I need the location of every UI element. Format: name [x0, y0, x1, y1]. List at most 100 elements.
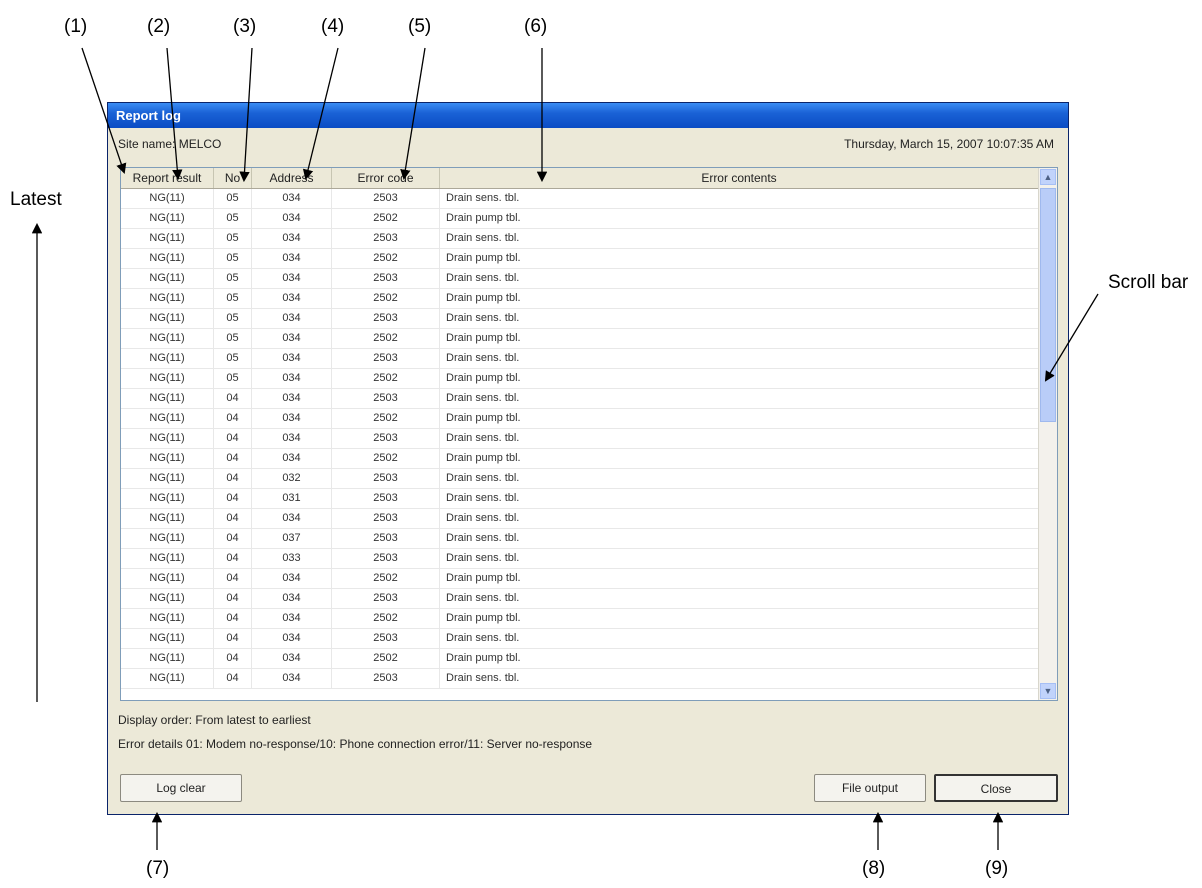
- file-output-button[interactable]: File output: [814, 774, 926, 802]
- table-header: Report result No Address Error code Erro…: [121, 168, 1039, 189]
- cell-report-result: NG(11): [121, 389, 214, 408]
- log-clear-button[interactable]: Log clear: [120, 774, 242, 802]
- callout-4: (4): [321, 16, 345, 37]
- close-button[interactable]: Close: [934, 774, 1058, 802]
- table-row[interactable]: NG(11) 04 034 2503 Drain sens. tbl.: [121, 509, 1039, 529]
- scroll-thumb[interactable]: [1040, 188, 1056, 422]
- cell-error-code: 2502: [332, 569, 440, 588]
- cell-no: 04: [214, 469, 252, 488]
- column-no[interactable]: No: [214, 168, 252, 188]
- cell-error-code: 2502: [332, 329, 440, 348]
- table-row[interactable]: NG(11) 04 034 2503 Drain sens. tbl.: [121, 429, 1039, 449]
- table-row[interactable]: NG(11) 05 034 2503 Drain sens. tbl.: [121, 349, 1039, 369]
- cell-error-contents: Drain sens. tbl.: [440, 229, 1039, 248]
- cell-error-code: 2503: [332, 469, 440, 488]
- cell-no: 05: [214, 289, 252, 308]
- cell-no: 04: [214, 609, 252, 628]
- cell-address: 034: [252, 269, 332, 288]
- table-row[interactable]: NG(11) 04 034 2502 Drain pump tbl.: [121, 449, 1039, 469]
- table-row[interactable]: NG(11) 05 034 2503 Drain sens. tbl.: [121, 229, 1039, 249]
- site-name: Site name: MELCO: [118, 137, 222, 151]
- cell-report-result: NG(11): [121, 329, 214, 348]
- cell-address: 034: [252, 369, 332, 388]
- cell-error-code: 2503: [332, 189, 440, 208]
- table-row[interactable]: NG(11) 04 032 2503 Drain sens. tbl.: [121, 469, 1039, 489]
- cell-error-contents: Drain sens. tbl.: [440, 349, 1039, 368]
- table-row[interactable]: NG(11) 04 031 2503 Drain sens. tbl.: [121, 489, 1039, 509]
- table-row[interactable]: NG(11) 04 034 2502 Drain pump tbl.: [121, 609, 1039, 629]
- cell-no: 04: [214, 449, 252, 468]
- table-row[interactable]: NG(11) 04 034 2503 Drain sens. tbl.: [121, 589, 1039, 609]
- table-row[interactable]: NG(11) 04 034 2503 Drain sens. tbl.: [121, 629, 1039, 649]
- column-report-result[interactable]: Report result: [121, 168, 214, 188]
- table-row[interactable]: NG(11) 05 034 2503 Drain sens. tbl.: [121, 269, 1039, 289]
- cell-no: 04: [214, 489, 252, 508]
- table-row[interactable]: NG(11) 04 034 2502 Drain pump tbl.: [121, 569, 1039, 589]
- table-row[interactable]: NG(11) 05 034 2503 Drain sens. tbl.: [121, 309, 1039, 329]
- cell-no: 04: [214, 649, 252, 668]
- scroll-up-icon[interactable]: ▲: [1040, 169, 1056, 185]
- cell-no: 04: [214, 629, 252, 648]
- cell-address: 034: [252, 329, 332, 348]
- column-error-code[interactable]: Error code: [332, 168, 440, 188]
- table-row[interactable]: NG(11) 05 034 2502 Drain pump tbl.: [121, 249, 1039, 269]
- table-row[interactable]: NG(11) 05 034 2503 Drain sens. tbl.: [121, 189, 1039, 209]
- cell-no: 04: [214, 669, 252, 688]
- cell-error-contents: Drain sens. tbl.: [440, 529, 1039, 548]
- callout-6: (6): [524, 16, 548, 37]
- cell-no: 04: [214, 529, 252, 548]
- cell-error-code: 2503: [332, 489, 440, 508]
- table-row[interactable]: NG(11) 05 034 2502 Drain pump tbl.: [121, 289, 1039, 309]
- cell-address: 034: [252, 449, 332, 468]
- cell-address: 034: [252, 249, 332, 268]
- table-row[interactable]: NG(11) 05 034 2502 Drain pump tbl.: [121, 329, 1039, 349]
- cell-report-result: NG(11): [121, 269, 214, 288]
- cell-report-result: NG(11): [121, 289, 214, 308]
- cell-no: 04: [214, 549, 252, 568]
- cell-report-result: NG(11): [121, 349, 214, 368]
- cell-error-contents: Drain sens. tbl.: [440, 429, 1039, 448]
- table-row[interactable]: NG(11) 04 034 2503 Drain sens. tbl.: [121, 389, 1039, 409]
- cell-error-contents: Drain sens. tbl.: [440, 489, 1039, 508]
- cell-report-result: NG(11): [121, 489, 214, 508]
- vertical-scrollbar[interactable]: ▲ ▼: [1038, 168, 1057, 700]
- cell-error-contents: Drain sens. tbl.: [440, 549, 1039, 568]
- callout-2: (2): [147, 16, 171, 37]
- cell-no: 04: [214, 409, 252, 428]
- callout-7: (7): [146, 858, 170, 879]
- cell-address: 034: [252, 229, 332, 248]
- cell-report-result: NG(11): [121, 309, 214, 328]
- report-table: Report result No Address Error code Erro…: [120, 167, 1058, 701]
- cell-report-result: NG(11): [121, 509, 214, 528]
- cell-address: 034: [252, 289, 332, 308]
- column-address[interactable]: Address: [252, 168, 332, 188]
- table-row[interactable]: NG(11) 04 037 2503 Drain sens. tbl.: [121, 529, 1039, 549]
- cell-error-code: 2503: [332, 549, 440, 568]
- cell-error-code: 2502: [332, 409, 440, 428]
- cell-no: 05: [214, 209, 252, 228]
- window-title: Report log: [108, 103, 1068, 128]
- table-row[interactable]: NG(11) 04 034 2503 Drain sens. tbl.: [121, 669, 1039, 689]
- cell-error-contents: Drain sens. tbl.: [440, 669, 1039, 688]
- cell-error-contents: Drain sens. tbl.: [440, 509, 1039, 528]
- cell-address: 034: [252, 409, 332, 428]
- table-row[interactable]: NG(11) 04 033 2503 Drain sens. tbl.: [121, 549, 1039, 569]
- callout-8: (8): [862, 858, 886, 879]
- table-row[interactable]: NG(11) 04 034 2502 Drain pump tbl.: [121, 649, 1039, 669]
- cell-error-code: 2503: [332, 589, 440, 608]
- report-datetime: Thursday, March 15, 2007 10:07:35 AM: [844, 137, 1054, 151]
- cell-error-contents: Drain pump tbl.: [440, 409, 1039, 428]
- table-row[interactable]: NG(11) 04 034 2502 Drain pump tbl.: [121, 409, 1039, 429]
- column-error-contents[interactable]: Error contents: [440, 168, 1039, 188]
- cell-address: 034: [252, 189, 332, 208]
- cell-error-code: 2503: [332, 429, 440, 448]
- cell-report-result: NG(11): [121, 429, 214, 448]
- display-order-note: Display order: From latest to earliest: [118, 713, 311, 727]
- table-row[interactable]: NG(11) 05 034 2502 Drain pump tbl.: [121, 209, 1039, 229]
- scroll-bar-label: Scroll bar: [1108, 272, 1189, 293]
- cell-error-contents: Drain sens. tbl.: [440, 309, 1039, 328]
- scroll-down-icon[interactable]: ▼: [1040, 683, 1056, 699]
- cell-no: 05: [214, 229, 252, 248]
- table-row[interactable]: NG(11) 05 034 2502 Drain pump tbl.: [121, 369, 1039, 389]
- cell-address: 034: [252, 609, 332, 628]
